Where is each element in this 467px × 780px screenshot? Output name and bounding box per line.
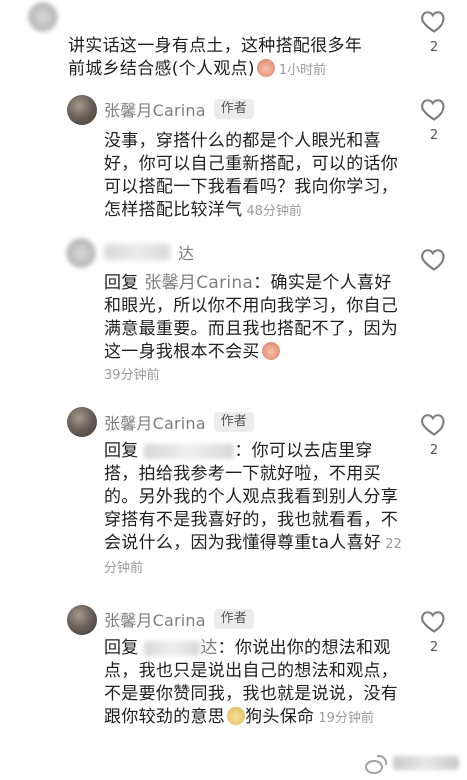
reply-target-tail: 达 (200, 638, 218, 658)
comment-text: 回复 达：你说出你的想法和观点，我也只是说出自己的想法和观点，不是要你赞同我，我… (104, 637, 404, 730)
like-button[interactable] (419, 245, 449, 273)
avatar[interactable] (67, 605, 97, 635)
avatar[interactable] (67, 95, 97, 125)
dog-face-icon (227, 707, 246, 725)
blurred-reply-target[interactable] (144, 443, 235, 459)
author-badge: 作者 (213, 609, 254, 629)
author-name-tail: 达 (178, 244, 195, 263)
timestamp: 48分钟前 (246, 204, 302, 219)
author-badge: 作者 (213, 412, 254, 432)
like-button[interactable]: 2 (419, 607, 449, 655)
comment-header: 达 (104, 240, 194, 264)
author-name[interactable]: 张馨月Carina (104, 410, 206, 434)
timestamp: 39分钟前 (104, 368, 160, 383)
comment-text: 没事，穿搭什么的都是个人眼光和喜好，你可以自己重新搭配，可以的话你可以搭配一下我… (104, 130, 404, 223)
reply-prefix: 回复 (104, 273, 139, 293)
reply-prefix: 回复 (104, 441, 139, 461)
avatar[interactable] (67, 407, 97, 437)
like-button[interactable]: 2 (419, 410, 449, 458)
timestamp: 1小时前 (278, 63, 327, 78)
timestamp: 19分钟前 (318, 711, 374, 726)
embarrassed-face-icon (256, 59, 275, 77)
heart-outline-icon (421, 99, 445, 121)
blurred-watermark-text (393, 756, 459, 770)
like-button[interactable]: 2 (419, 7, 449, 55)
comment-text: 讲实话这一身有点土，这种搭配很多年前城乡结合感(个人观点) 1小时前 (68, 35, 368, 82)
avatar[interactable] (28, 2, 58, 32)
cute-face-icon (261, 342, 280, 360)
heart-outline-icon (421, 11, 445, 33)
heart-outline-icon (421, 414, 445, 436)
heart-outline-icon (421, 611, 445, 633)
comment-text: 回复 张馨月Carina：确实是个人喜好和眼光，所以你不用向我学习，你自己满意最… (104, 272, 404, 387)
reply-prefix: 回复 (104, 638, 139, 658)
heart-outline-icon (421, 249, 445, 271)
author-name[interactable]: 张馨月Carina (104, 97, 206, 121)
author-name[interactable]: 张馨月Carina (104, 607, 206, 631)
like-count: 2 (429, 40, 439, 55)
weibo-logo-icon (365, 754, 387, 774)
watermark (365, 754, 459, 774)
like-count: 2 (429, 128, 439, 143)
comment-text: 回复 ：你可以去店里穿搭，拍给我参考一下就好啦，不用买的。另外我的个人观点我看到… (104, 440, 404, 580)
comment-header: 张馨月Carina 作者 (104, 410, 254, 434)
avatar[interactable] (66, 238, 96, 268)
blurred-reply-target[interactable] (144, 640, 201, 656)
comment-header: 张馨月Carina 作者 (104, 97, 254, 121)
author-badge: 作者 (213, 99, 254, 119)
like-count: 2 (429, 443, 439, 458)
blurred-author-name[interactable] (104, 244, 170, 260)
like-count: 2 (429, 640, 439, 655)
like-button[interactable]: 2 (419, 95, 449, 143)
reply-target[interactable]: 张馨月Carina (144, 273, 253, 293)
comment-header: 张馨月Carina 作者 (104, 607, 254, 631)
comment-text-tail: 狗头保命 (245, 707, 315, 727)
